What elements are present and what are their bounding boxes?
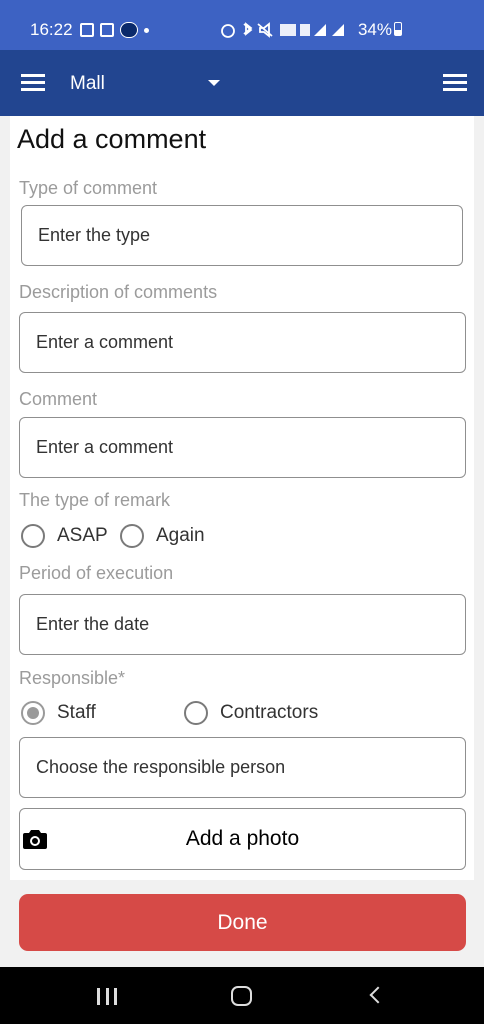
comment-label: Comment: [19, 389, 98, 409]
alarm-icon: [221, 24, 235, 38]
responsible-person-select[interactable]: Choose the responsible person: [19, 737, 466, 798]
camera-icon: [23, 830, 47, 849]
image-icon: [80, 23, 94, 37]
recent-apps-icon[interactable]: [97, 988, 117, 1005]
location-title[interactable]: Mall: [70, 73, 105, 95]
contractors-label: Contractors: [220, 702, 319, 723]
signal-icon: [314, 24, 326, 36]
system-nav-bar: [0, 967, 484, 1024]
4g-icon: [300, 24, 310, 36]
battery-percentage: 34%: [357, 20, 392, 39]
notification-icon: [100, 23, 114, 37]
battery-icon: [394, 22, 402, 36]
type-of-comment-input[interactable]: Enter the type: [21, 205, 463, 266]
asap-radio[interactable]: [21, 524, 45, 548]
add-photo-label: Add a photo: [185, 827, 300, 850]
remark-option-asap[interactable]: ASAP: [21, 524, 108, 548]
period-placeholder: Enter the date: [36, 614, 150, 634]
staff-label: Staff: [57, 702, 96, 723]
again-radio[interactable]: [120, 524, 144, 548]
options-menu-icon[interactable]: [443, 74, 467, 91]
responsible-option-staff[interactable]: Staff: [21, 701, 96, 725]
status-left-icons: [80, 22, 149, 38]
comment-form: Add a comment Type of comment Enter the …: [10, 116, 474, 880]
status-bar: 16:22 34%: [0, 0, 484, 50]
remark-option-again[interactable]: Again: [120, 524, 205, 548]
responsible-option-contractors[interactable]: Contractors: [184, 701, 318, 725]
description-placeholder: Enter a comment: [36, 332, 174, 352]
volte-icon: [280, 24, 296, 36]
comment-input[interactable]: Enter a comment: [19, 417, 466, 478]
type-of-comment-label: Type of comment: [19, 178, 158, 198]
remark-type-label: The type of remark: [19, 490, 171, 510]
more-dot-icon: [144, 27, 149, 33]
type-of-comment-placeholder: Enter the type: [38, 225, 151, 245]
comment-placeholder: Enter a comment: [36, 437, 174, 457]
status-time: 16:22: [30, 20, 73, 39]
app-icon: [120, 22, 138, 38]
add-photo-button[interactable]: Add a photo: [19, 808, 466, 870]
period-date-input[interactable]: Enter the date: [19, 594, 466, 655]
app-bar: Mall: [0, 50, 484, 116]
menu-icon[interactable]: [21, 74, 45, 91]
bluetooth-icon: [243, 22, 253, 36]
responsible-label: Responsible*: [19, 668, 126, 688]
mute-icon: [257, 22, 273, 38]
page-title: Add a comment: [17, 124, 207, 154]
period-label: Period of execution: [19, 563, 174, 583]
asap-label: ASAP: [57, 525, 108, 546]
signal-icon: [332, 24, 344, 36]
contractors-radio[interactable]: [184, 701, 208, 725]
description-input[interactable]: Enter a comment: [19, 312, 466, 373]
done-button[interactable]: Done: [19, 894, 466, 951]
responsible-placeholder: Choose the responsible person: [36, 757, 286, 777]
back-icon[interactable]: [369, 986, 387, 1004]
staff-radio[interactable]: [21, 701, 45, 725]
home-icon[interactable]: [231, 986, 252, 1006]
status-right-icons: [221, 22, 344, 38]
again-label: Again: [156, 525, 205, 546]
description-label: Description of comments: [19, 282, 218, 302]
chevron-down-icon[interactable]: [208, 80, 220, 86]
